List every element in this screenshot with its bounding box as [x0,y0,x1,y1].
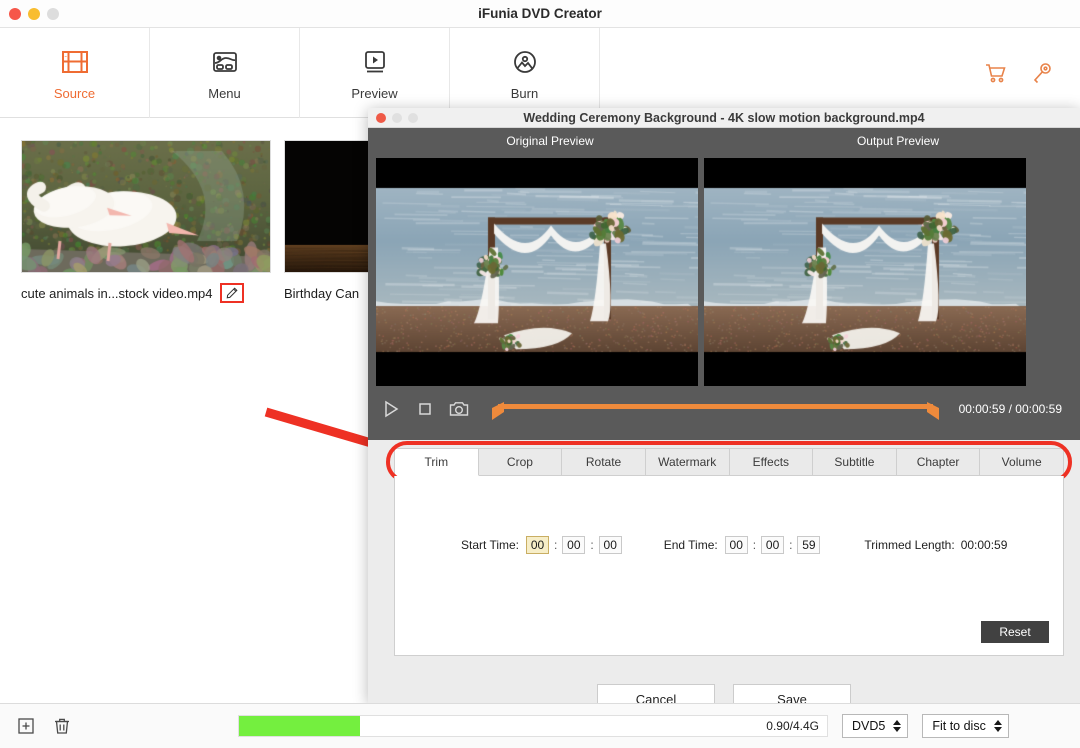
toolbar-item-preview[interactable]: Preview [300,28,450,118]
video-editor-dialog: Wedding Ceremony Background - 4K slow mo… [368,108,1080,703]
trimmed-length-value: 00:00:59 [961,538,1008,552]
trim-handle-start[interactable] [490,402,504,420]
burn-disc-icon [508,45,542,79]
toolbar-right-actions [984,28,1080,118]
output-preview-screen[interactable] [704,158,1026,386]
play-icon[interactable] [380,398,402,420]
toolbar-label-source: Source [54,86,95,101]
fit-mode-value: Fit to disc [932,719,986,733]
tab-chapter-label: Chapter [917,455,960,469]
disc-type-select[interactable]: DVD5 [842,714,908,738]
end-minutes-field[interactable]: 00 [761,536,784,554]
end-time-label: End Time: [664,538,718,552]
film-strip-icon [58,45,92,79]
media-label-1: cute animals in...stock video.mp4 [21,286,212,301]
end-seconds-field[interactable]: 59 [797,536,820,554]
toolbar-item-burn[interactable]: Burn [450,28,600,118]
chevron-updown-icon [893,720,901,732]
tab-chapter[interactable]: Chapter [897,448,981,476]
app-title: iFunia DVD Creator [0,6,1080,21]
play-box-icon [358,45,392,79]
end-sep-1: : [748,538,761,552]
tab-trim-label: Trim [425,455,449,469]
trim-slider[interactable] [490,397,941,421]
trim-range-bar [498,404,933,409]
start-seconds-field[interactable]: 00 [599,536,622,554]
capacity-fill [239,716,360,736]
dialog-titlebar: Wedding Ceremony Background - 4K slow mo… [368,108,1080,128]
tab-crop[interactable]: Crop [479,448,563,476]
media-item-1[interactable]: cute animals in...stock video.mp4 [21,140,271,304]
tab-volume[interactable]: Volume [980,448,1064,476]
camera-icon[interactable] [448,398,470,420]
disc-capacity-bar: 0.90/4.4G [238,715,828,737]
output-preview-label: Output Preview [724,134,1072,154]
preview-screens [376,158,1072,386]
start-sep-1: : [549,538,562,552]
end-hours-field[interactable]: 00 [725,536,748,554]
media-label-2: Birthday Can [284,286,359,301]
tab-volume-label: Volume [1002,455,1042,469]
start-sep-2: : [585,538,598,552]
tab-trim[interactable]: Trim [394,448,479,476]
tab-crop-label: Crop [507,455,533,469]
chevron-updown-icon-2 [994,720,1002,732]
bottom-bar: 0.90/4.4G DVD5 Fit to disc [0,703,1080,748]
reset-button[interactable]: Reset [981,621,1049,643]
original-preview-label: Original Preview [376,134,724,154]
tab-watermark-label: Watermark [658,455,716,469]
time-display: 00:00:59 / 00:00:59 [959,402,1068,416]
editor-tabs: Trim Crop Rotate Watermark Effects Subti… [394,448,1064,476]
toolbar-item-menu[interactable]: Menu [150,28,300,118]
editor-tabs-wrapper: Trim Crop Rotate Watermark Effects Subti… [394,448,1064,476]
pencil-icon[interactable] [220,283,244,303]
tab-effects-label: Effects [753,455,789,469]
preview-zone: Original Preview Output Preview [368,128,1080,440]
transport-controls: 00:00:59 / 00:00:59 [376,386,1072,432]
tab-subtitle[interactable]: Subtitle [813,448,897,476]
tab-rotate[interactable]: Rotate [562,448,646,476]
toolbar-label-burn: Burn [511,86,538,101]
toolbar-item-source[interactable]: Source [0,28,150,118]
tab-rotate-label: Rotate [586,455,621,469]
cart-icon[interactable] [984,61,1008,85]
original-preview-screen[interactable] [376,158,698,386]
fit-mode-select[interactable]: Fit to disc [922,714,1009,738]
app-window: iFunia DVD Creator Source [0,0,1080,748]
tab-effects[interactable]: Effects [730,448,814,476]
bottom-bar-icons [16,716,72,736]
trash-icon[interactable] [52,716,72,736]
add-file-icon[interactable] [16,716,36,736]
trim-handle-end[interactable] [927,402,941,420]
trim-panel: Start Time: 00 : 00 : 00 End Time: 00 : … [394,476,1064,656]
main-toolbar: Source Menu Pr [0,28,1080,118]
toolbar-label-menu: Menu [208,86,241,101]
toolbar-spacer [600,28,984,117]
menu-template-icon [208,45,242,79]
window-titlebar: iFunia DVD Creator [0,0,1080,28]
end-sep-2: : [784,538,797,552]
capacity-text: 0.90/4.4G [766,719,819,733]
preview-headers: Original Preview Output Preview [376,134,1072,154]
start-time-label: Start Time: [461,538,519,552]
media-caption-row-1: cute animals in...stock video.mp4 [21,282,271,304]
key-icon[interactable] [1030,61,1054,85]
stop-icon[interactable] [414,398,436,420]
start-minutes-field[interactable]: 00 [562,536,585,554]
media-thumbnail-1[interactable] [21,140,271,273]
trimmed-length-label: Trimmed Length: [864,538,954,552]
toolbar-label-preview: Preview [351,86,397,101]
trim-fields: Start Time: 00 : 00 : 00 End Time: 00 : … [395,476,1063,554]
tab-watermark[interactable]: Watermark [646,448,730,476]
tab-subtitle-label: Subtitle [834,455,874,469]
start-hours-field[interactable]: 00 [526,536,549,554]
dialog-title: Wedding Ceremony Background - 4K slow mo… [368,111,1080,125]
disc-type-value: DVD5 [852,719,885,733]
